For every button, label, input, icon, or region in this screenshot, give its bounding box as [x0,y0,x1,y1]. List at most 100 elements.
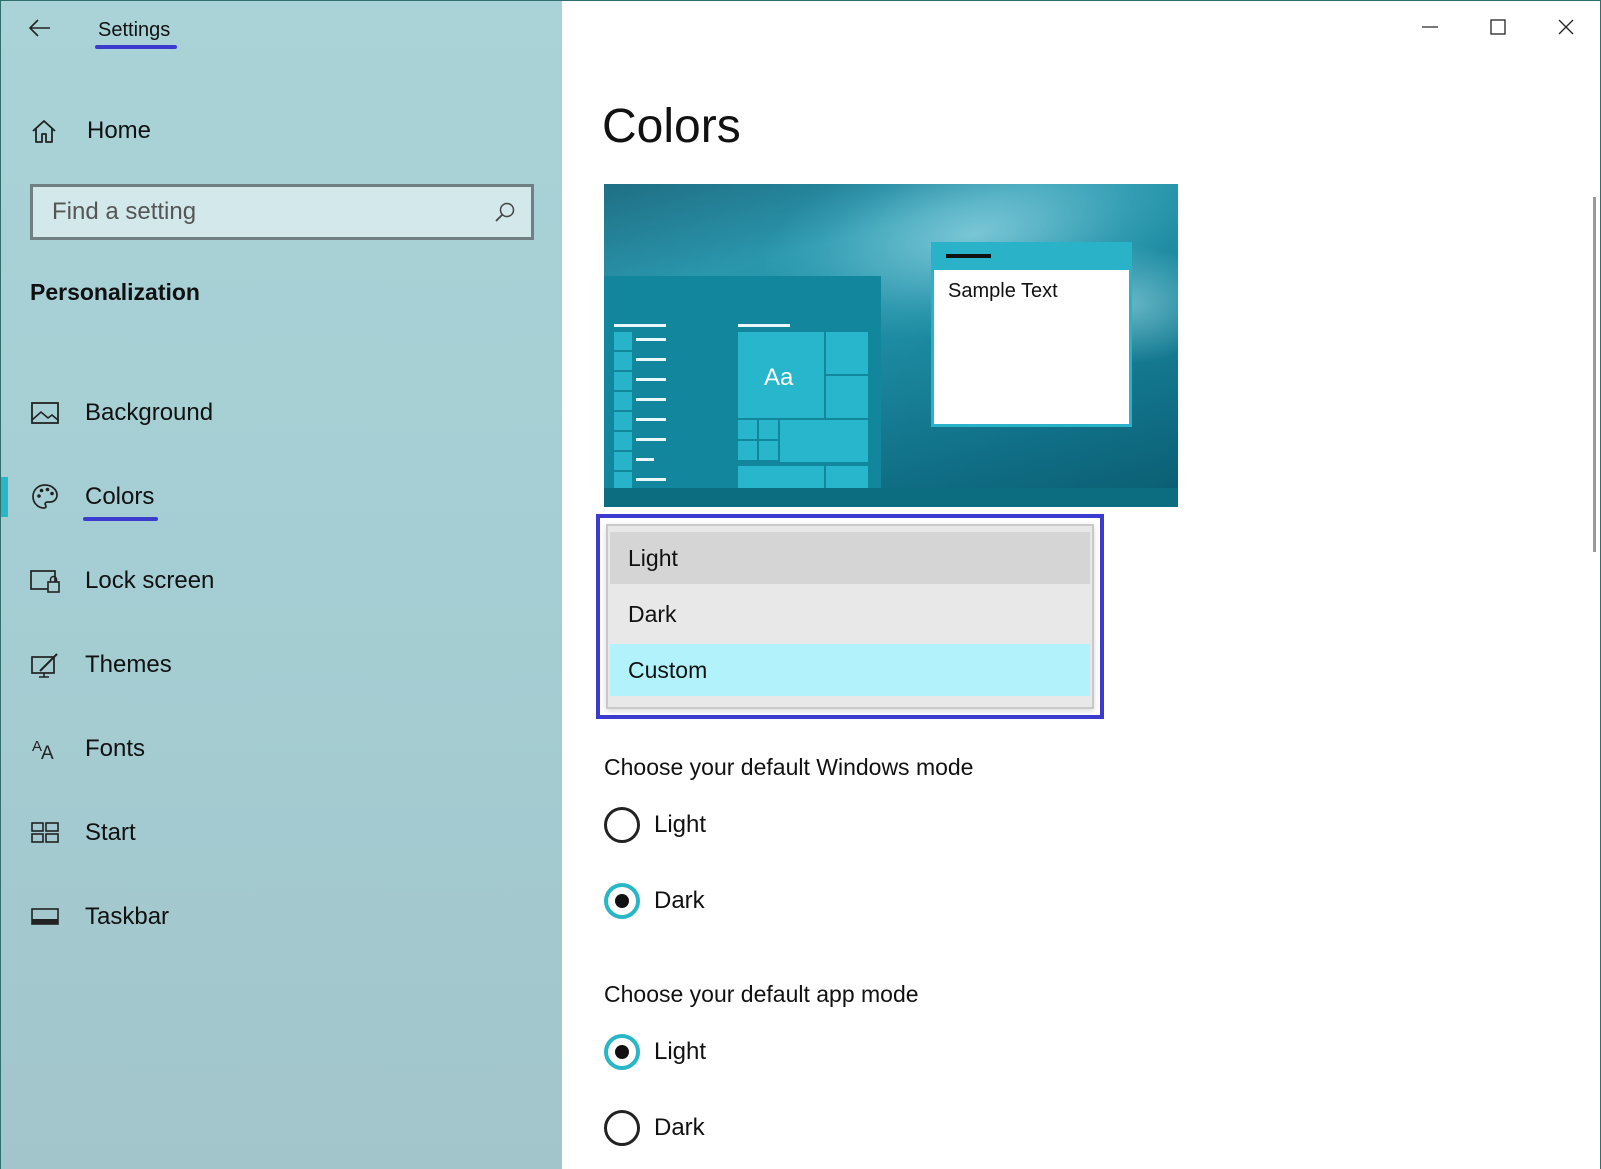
preview-line [636,458,654,461]
active-indicator [1,477,8,517]
sidebar-item-lock-screen[interactable]: Lock screen [1,539,562,623]
settings-window: Settings Home Personalization [0,0,1601,1169]
page-title: Colors [602,100,741,153]
radio-button[interactable] [604,1110,640,1146]
dropdown-option-custom[interactable]: Custom [610,644,1090,696]
sidebar-item-colors[interactable]: Colors [1,455,562,539]
windows-mode-dark-option[interactable]: Dark [604,880,705,922]
radio-button[interactable] [604,807,640,843]
dropdown-option-light[interactable]: Light [610,532,1090,584]
dropdown-option-dark[interactable]: Dark [610,588,1090,640]
section-title: Personalization [30,279,200,305]
sidebar-item-fonts[interactable]: A A Fonts [1,707,562,791]
preview-taskbar [604,488,1178,507]
home-icon [32,120,56,143]
preview-tile [738,441,757,460]
window-controls [1396,1,1600,53]
preview-line [636,478,666,481]
preview-tile [738,466,824,488]
app-title: Settings [98,19,171,41]
maximize-icon [1490,19,1506,35]
app-mode-dark-option[interactable]: Dark [604,1107,705,1149]
preview-line [636,378,666,381]
radio-button[interactable] [604,883,640,919]
preview-sample-window: Sample Text [931,242,1132,427]
preview-square [614,352,632,370]
maximize-button[interactable] [1464,1,1532,53]
minimize-icon [1422,26,1438,28]
sidebar-item-start[interactable]: Start [1,791,562,875]
sidebar-item-label: Fonts [85,735,146,762]
radio-label: Dark [654,1114,705,1141]
svg-text:A: A [41,743,54,764]
preview-square [614,332,632,350]
preview-square [614,392,632,410]
preview-tile [826,376,868,418]
radio-label: Light [654,1038,707,1065]
back-button[interactable] [25,13,55,43]
preview-line [636,438,666,441]
preview-start-menu: Aa [604,276,881,490]
close-icon [1558,19,1574,35]
lock-screen-icon [29,565,61,597]
radio-label: Light [654,811,707,838]
preview-line [636,358,666,361]
preview-line [738,324,790,327]
sidebar-item-themes[interactable]: Themes [1,623,562,707]
sidebar-nav: Background Colors Lock screen Themes A A… [1,371,562,959]
scrollbar[interactable] [1593,197,1596,552]
preview-tile [738,420,757,439]
radio-label: Dark [654,887,705,914]
taskbar-icon [29,901,61,933]
sidebar-item-label: Taskbar [85,903,170,930]
preview-tile [826,332,868,374]
preview-tile-label: Aa [764,364,794,391]
windows-mode-light-option[interactable]: Light [604,804,706,846]
palette-icon [29,481,61,513]
sidebar-item-label: Home [87,117,152,144]
brush-icon [29,649,61,681]
sidebar-item-label: Themes [85,651,172,678]
preview-tile [759,420,778,439]
sample-text: Sample Text [948,280,1058,302]
app-title-underline [95,45,177,49]
sidebar-item-label: Start [85,819,136,846]
start-icon [29,817,61,849]
main-content: Colors Aa Sample Text Light Dark Custom … [562,1,1600,1169]
preview-square [614,452,632,470]
preview-line [614,324,666,327]
sidebar-item-background[interactable]: Background [1,371,562,455]
theme-preview: Aa Sample Text [604,184,1178,507]
radio-button[interactable] [604,1034,640,1070]
preview-line [636,398,666,401]
picture-icon [29,397,61,429]
preview-line [636,338,666,341]
search-input[interactable] [33,187,485,237]
fonts-icon: A A [29,733,61,765]
color-mode-dropdown: Light Dark Custom [606,524,1094,709]
sidebar-item-label: Lock screen [85,567,215,594]
back-arrow-icon [29,19,50,37]
sidebar-item-label: Background [85,399,214,426]
preview-window-body: Sample Text [934,270,1129,424]
search-icon[interactable] [485,192,525,232]
sidebar: Settings Home Personalization [1,1,562,1169]
preview-tile [780,420,868,462]
sidebar-item-label: Colors [82,483,159,521]
windows-mode-label: Choose your default Windows mode [604,754,974,780]
color-mode-dropdown-highlight: Light Dark Custom [596,514,1104,719]
preview-tile [759,441,778,460]
preview-tile [826,466,868,488]
sidebar-item-taskbar[interactable]: Taskbar [1,875,562,959]
preview-square [614,432,632,450]
app-mode-light-option[interactable]: Light [604,1031,706,1073]
preview-square [614,412,632,430]
app-mode-label: Choose your default app mode [604,981,919,1007]
search-box [30,184,534,240]
preview-square [614,372,632,390]
preview-window-bar [946,254,991,258]
minimize-button[interactable] [1396,1,1464,53]
sidebar-item-home[interactable]: Home [29,111,549,151]
close-button[interactable] [1532,1,1600,53]
preview-line [636,418,666,421]
